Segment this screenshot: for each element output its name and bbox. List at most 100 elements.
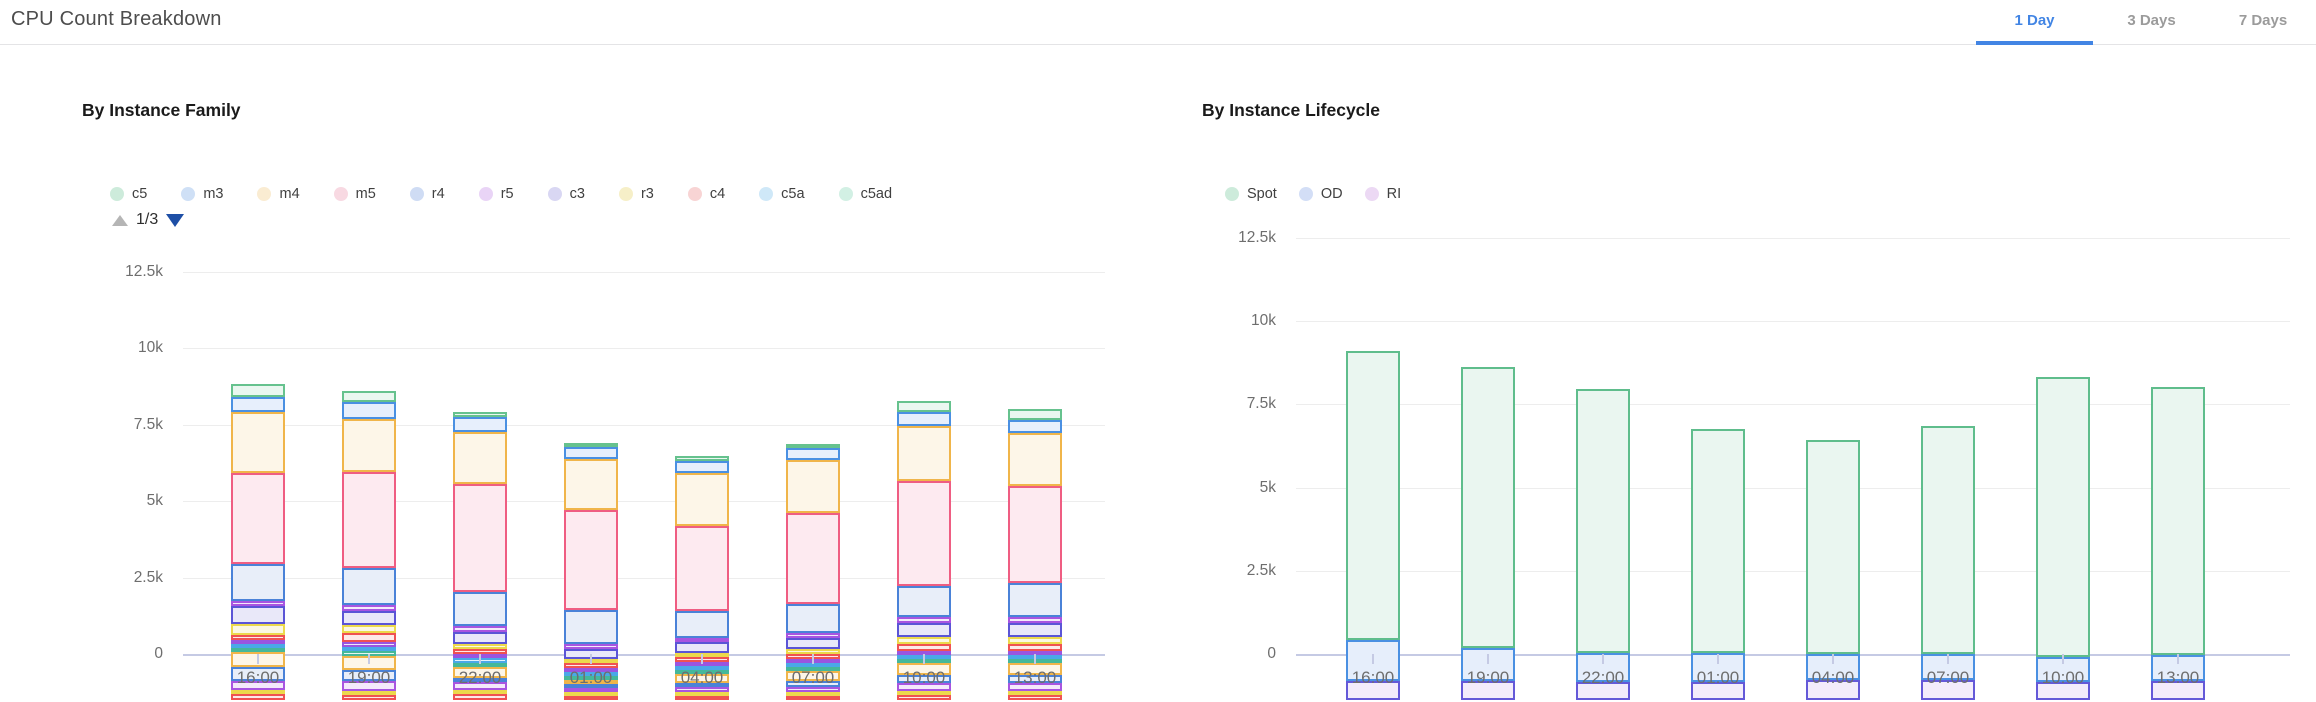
bar-segment-m4[interactable] [453,432,507,484]
bar-segment-spot[interactable] [1691,429,1745,654]
bar-segment-other[interactable] [564,696,618,700]
bar-segment-c3[interactable] [1008,623,1062,637]
bar-segment-c3[interactable] [675,642,729,653]
bar-segment-m5[interactable] [786,513,840,603]
bar-segment-c3[interactable] [231,606,285,624]
bar-segment-c3[interactable] [897,623,951,637]
bar-segment-r4[interactable] [897,586,951,617]
bar-segment-m5[interactable] [453,484,507,592]
bar-segment-spot[interactable] [2036,377,2090,657]
bar-segment-r3[interactable] [1008,637,1062,645]
legend-item-m4[interactable]: m4 [257,186,299,202]
legend-dot-c5ad [839,187,853,201]
bar-segment-c4[interactable] [897,644,951,651]
x-axis-line [1296,654,2290,656]
bar-segment-m4[interactable] [675,473,729,526]
bar-segment-m3[interactable] [786,448,840,460]
x-axis-tick [923,654,925,664]
bar-segment-spot[interactable] [2151,387,2205,655]
bar-segment-c5[interactable] [342,391,396,402]
bar-segment-r4[interactable] [342,568,396,605]
bar-segment-c5[interactable] [1008,409,1062,420]
legend-item-c3[interactable]: c3 [548,186,585,202]
bar-segment-r4[interactable] [453,592,507,627]
x-axis-label: 16:00 [203,668,313,688]
legend-label: OD [1321,186,1343,202]
bar-segment-m3[interactable] [897,412,951,426]
legend-label: r3 [641,186,654,202]
bar-segment-m3[interactable] [231,397,285,413]
tab-7-days[interactable]: 7 Days [2210,0,2316,45]
bar-segment-c3[interactable] [786,638,840,650]
bar-segment-c5[interactable] [231,384,285,396]
bar-segment-c4[interactable] [342,633,396,642]
left-chart-title: By Instance Family [82,100,241,121]
x-axis-tick [701,654,703,664]
legend-dot-ri [1365,187,1379,201]
bar-segment-m3[interactable] [342,402,396,419]
bar-segment-m3[interactable] [675,461,729,473]
bar-segment-m4[interactable] [1008,433,1062,486]
bar-segment-spot[interactable] [1921,426,1975,654]
legend-item-r3[interactable]: r3 [619,186,654,202]
legend-page-up-icon[interactable] [112,215,128,226]
bar-segment-m4[interactable] [897,426,951,481]
bar-segment-c5[interactable] [897,401,951,412]
bar-segment-m5[interactable] [564,510,618,610]
legend-item-r4[interactable]: r4 [410,186,445,202]
legend-item-c5ad[interactable]: c5ad [839,186,892,202]
bar-segment-spot[interactable] [1461,367,1515,648]
bar-segment-r4[interactable] [564,610,618,644]
bar-segment-r3[interactable] [342,625,396,633]
bar-segment-m4[interactable] [342,419,396,472]
bar-segment-m3[interactable] [1008,420,1062,433]
legend-item-r5[interactable]: r5 [479,186,514,202]
bar-segment-c3[interactable] [453,632,507,644]
bar-segment-m4[interactable] [564,459,618,511]
bar-segment-other[interactable] [675,696,729,700]
bar-segment-c4[interactable] [1008,644,1062,651]
bar-segment-r3[interactable] [231,624,285,634]
bar-segment-other[interactable] [453,694,507,700]
legend-item-od[interactable]: OD [1299,186,1343,202]
tab-3-days[interactable]: 3 Days [2093,0,2210,45]
bar-segment-other[interactable] [1008,695,1062,701]
bar-segment-other[interactable] [231,694,285,700]
legend-item-c5[interactable]: c5 [110,186,147,202]
legend-item-c4[interactable]: c4 [688,186,725,202]
bar-segment-c3[interactable] [342,611,396,625]
bar-segment-m5[interactable] [342,472,396,569]
legend-label: r4 [432,186,445,202]
bar-segment-spot[interactable] [1346,351,1400,641]
tab-1-day[interactable]: 1 Day [1976,0,2093,45]
bar-segment-m4[interactable] [786,460,840,513]
legend-item-spot[interactable]: Spot [1225,186,1277,202]
bar-segment-m3[interactable] [564,447,618,459]
bar-segment-spot[interactable] [1576,389,1630,654]
bar-segment-m5[interactable] [897,481,951,586]
bar-segment-r4[interactable] [231,564,285,601]
bar-segment-r3[interactable] [897,637,951,645]
bar-segment-m5[interactable] [675,526,729,611]
legend-item-ri[interactable]: RI [1365,186,1402,202]
bar-segment-r4[interactable] [1008,583,1062,617]
bar-segment-r4[interactable] [675,611,729,638]
bar-segment-m3[interactable] [453,417,507,432]
bar-segment-other[interactable] [342,695,396,700]
bar-segment-m5[interactable] [1008,486,1062,583]
y-axis-label: 7.5k [68,416,163,434]
gridline [1296,488,2290,489]
bar-segment-spot[interactable] [1806,440,1860,654]
bar-segment-m4[interactable] [231,412,285,473]
bar-segment-r4[interactable] [786,604,840,633]
x-axis-tick [257,654,259,664]
bar-segment-m5[interactable] [231,473,285,563]
legend-dot-spot [1225,187,1239,201]
legend-page-down-icon[interactable] [166,214,184,227]
legend-dot-r5 [479,187,493,201]
legend-item-c5a[interactable]: c5a [759,186,804,202]
bar-segment-other[interactable] [897,695,951,701]
legend-item-m5[interactable]: m5 [334,186,376,202]
bar-segment-other[interactable] [786,696,840,700]
legend-item-m3[interactable]: m3 [181,186,223,202]
